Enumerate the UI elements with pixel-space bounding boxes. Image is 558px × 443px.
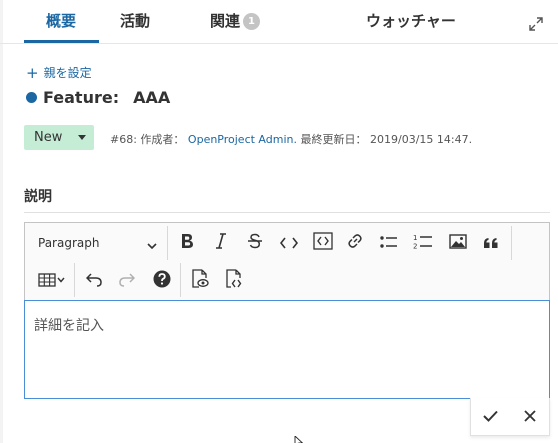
link-button[interactable] [342, 230, 368, 256]
code-block-button[interactable] [310, 230, 336, 256]
image-icon [449, 233, 467, 253]
undo-icon [85, 272, 102, 291]
toolbar-separator [167, 226, 168, 260]
description-editor[interactable]: 詳細を記入 [24, 300, 550, 399]
code-icon [279, 234, 299, 253]
close-icon [523, 407, 536, 426]
numbered-list-button[interactable]: 12 [410, 230, 436, 256]
meta-updated: 最終更新日： 2019/03/15 14:47. [300, 133, 473, 146]
caret-down-icon [78, 135, 86, 140]
source-button[interactable] [221, 268, 247, 294]
meta-prefix: #68: 作成者： [110, 133, 185, 146]
tab-bar: 概要 活動 関連 1 ウォッチャー [0, 0, 558, 44]
toolbar-separator [180, 263, 181, 297]
table-button[interactable] [34, 268, 70, 294]
table-icon [38, 272, 66, 291]
tab-watchers[interactable]: ウォッチャー [366, 10, 456, 42]
active-tab-underline [24, 40, 99, 43]
strikethrough-button[interactable] [242, 230, 268, 256]
tab-watchers-label: ウォッチャー [366, 12, 456, 30]
redo-icon [119, 272, 136, 291]
author-link[interactable]: OpenProject Admin. [188, 133, 297, 146]
preview-button[interactable] [187, 268, 213, 294]
svg-text:1: 1 [413, 234, 417, 242]
bulleted-list-button[interactable] [376, 230, 402, 256]
paragraph-format-label: Paragraph [38, 236, 100, 250]
edit-actions [470, 398, 550, 436]
quote-icon [483, 234, 499, 253]
link-icon [347, 233, 363, 253]
help-button[interactable] [149, 268, 175, 294]
mouse-cursor-icon [294, 432, 304, 443]
tab-activity-label: 活動 [120, 12, 151, 30]
description-heading: 説明 [24, 189, 52, 205]
tab-activity[interactable]: 活動 [120, 10, 150, 42]
preview-icon [191, 269, 209, 293]
image-button[interactable] [445, 230, 471, 256]
left-edge-strip [0, 0, 3, 443]
bold-button[interactable] [174, 230, 200, 256]
chevron-down-icon [147, 239, 157, 253]
tab-relations-label: 関連 [210, 12, 241, 30]
tab-relations[interactable]: 関連 1 [210, 10, 261, 42]
subject-field[interactable]: AAA [133, 88, 170, 107]
numbered-list-icon: 12 [413, 233, 433, 253]
set-parent-label: 親を設定 [43, 66, 92, 80]
save-button[interactable] [478, 404, 504, 430]
italic-button[interactable] [208, 230, 234, 256]
toolbar-separator [74, 263, 75, 297]
toolbar-separator [511, 226, 512, 260]
work-package-meta: #68: 作成者： OpenProject Admin. 最終更新日： 2019… [110, 131, 472, 147]
set-parent-link[interactable]: + 親を設定 [26, 64, 92, 81]
cancel-button[interactable] [517, 404, 543, 430]
redo-button [114, 268, 140, 294]
italic-icon [215, 233, 227, 253]
type-color-dot [26, 92, 37, 103]
strikethrough-icon [247, 233, 263, 253]
relations-count-badge: 1 [243, 13, 261, 30]
undo-button[interactable] [81, 268, 107, 294]
editor-toolbar: Paragraph 12 [24, 222, 550, 300]
expand-icon[interactable] [528, 16, 544, 32]
plus-icon: + [26, 63, 39, 82]
help-icon [153, 270, 171, 292]
bold-icon [180, 233, 194, 253]
type-label[interactable]: Feature: [43, 88, 119, 107]
check-icon [483, 407, 498, 426]
description-divider [24, 212, 550, 213]
tab-overview-label: 概要 [46, 12, 77, 30]
description-placeholder: 詳細を記入 [34, 318, 104, 334]
tab-overview[interactable]: 概要 [46, 10, 76, 42]
paragraph-format-select[interactable]: Paragraph [33, 230, 161, 256]
status-label: New [34, 130, 63, 145]
bulleted-list-icon [380, 234, 398, 253]
status-dropdown[interactable]: New [24, 125, 94, 150]
quote-button[interactable] [478, 230, 504, 256]
code-button[interactable] [276, 230, 302, 256]
code-block-icon [313, 232, 333, 254]
source-icon [225, 269, 243, 293]
svg-text:2: 2 [413, 243, 417, 250]
work-package-title: Feature: AAA [26, 88, 170, 107]
